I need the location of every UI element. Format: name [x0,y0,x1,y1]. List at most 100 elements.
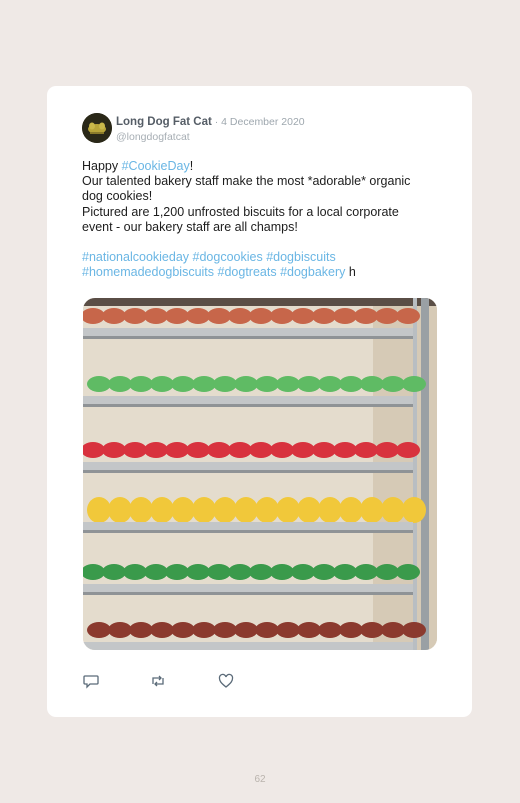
tray-shadow [83,592,413,595]
biscuit [186,442,210,458]
biscuit [375,308,399,324]
biscuit [108,376,132,392]
tweet-photo[interactable] [83,298,437,650]
author-handle[interactable]: @longdogfatcat [116,130,305,144]
biscuit [381,497,405,523]
hashtag-link[interactable]: #nationalcookieday [82,250,189,264]
hashtag-link[interactable]: #CookieDay [122,159,190,173]
biscuit [297,376,321,392]
biscuit [360,622,384,638]
biscuit [129,622,153,638]
biscuit [318,497,342,523]
tweet-line: Happy #CookieDay! [82,159,444,174]
biscuit [186,308,210,324]
text-segment: ! [189,159,194,173]
biscuit [270,308,294,324]
hashtag-link[interactable]: #dogtreats [218,265,277,279]
tray-shadow [83,336,413,339]
reply-icon[interactable] [83,673,99,689]
biscuit [249,308,273,324]
biscuit [402,622,426,638]
tweet-card: Long Dog Fat Cat · 4 December 2020 @long… [47,86,472,717]
heart-icon[interactable] [218,673,234,689]
tweet-line: event - our bakery staff are all champs! [82,219,298,234]
hashtag-link[interactable]: #dogbakery [280,265,345,279]
biscuit [381,622,405,638]
biscuit [150,497,174,523]
tweet-text: Happy #CookieDay! Our talented bakery st… [82,159,444,280]
hashtag-line: #homemadedogbiscuits #dogtreats #dogbake… [82,265,444,280]
tray-shadow [83,530,413,533]
biscuit [297,622,321,638]
hashtag-link[interactable]: #homemadedogbiscuits [82,265,214,279]
tweet-date[interactable]: 4 December 2020 [221,116,304,128]
retweet-icon[interactable] [150,673,166,689]
biscuit [270,442,294,458]
biscuit [291,442,315,458]
biscuit [165,308,189,324]
biscuit [312,564,336,580]
biscuit [108,497,132,523]
biscuit [396,308,420,324]
biscuit [360,497,384,523]
biscuit [213,622,237,638]
biscuit [228,308,252,324]
tweet-header: Long Dog Fat Cat · 4 December 2020 @long… [116,114,305,144]
biscuit [234,497,258,523]
biscuit [228,564,252,580]
text-segment: Happy [82,159,122,173]
tray-shadow [83,470,413,473]
biscuit [396,564,420,580]
author-name[interactable]: Long Dog Fat Cat [116,116,212,128]
biscuit [192,497,216,523]
tray-rim [83,584,413,592]
biscuit [171,622,195,638]
hashtag-link[interactable]: #dogbiscuits [266,250,336,264]
biscuit [171,376,195,392]
biscuit [192,376,216,392]
tray-shadow [83,404,413,407]
biscuit [144,442,168,458]
hashtag-line: #nationalcookieday #dogcookies #dogbiscu… [82,250,444,265]
hashtag-link[interactable]: #dogcookies [193,250,263,264]
biscuit [270,564,294,580]
biscuit [207,442,231,458]
biscuit [129,376,153,392]
biscuit [150,622,174,638]
biscuit [354,442,378,458]
biscuit [360,376,384,392]
biscuit [312,308,336,324]
biscuit [312,442,336,458]
biscuit [333,442,357,458]
date-separator: · [211,116,222,128]
biscuit [87,376,111,392]
tweet-line: dog cookies! [82,189,153,204]
trailing-text: h [345,265,356,280]
biscuit [276,497,300,523]
biscuit [192,622,216,638]
biscuit [234,622,258,638]
biscuit [354,308,378,324]
biscuit [102,442,126,458]
biscuit [87,497,111,523]
biscuit [276,622,300,638]
biscuit [165,564,189,580]
biscuit [108,622,132,638]
avatar-logo-icon [82,113,112,143]
biscuit [150,376,174,392]
biscuit [255,497,279,523]
biscuit [129,497,153,523]
biscuit [291,564,315,580]
biscuit [123,564,147,580]
biscuit [318,376,342,392]
biscuit [207,564,231,580]
biscuit [333,564,357,580]
avatar[interactable] [82,113,112,143]
biscuit [186,564,210,580]
biscuit [339,497,363,523]
biscuit [339,622,363,638]
biscuit [102,564,126,580]
biscuit [402,376,426,392]
biscuit [213,497,237,523]
biscuit [339,376,363,392]
